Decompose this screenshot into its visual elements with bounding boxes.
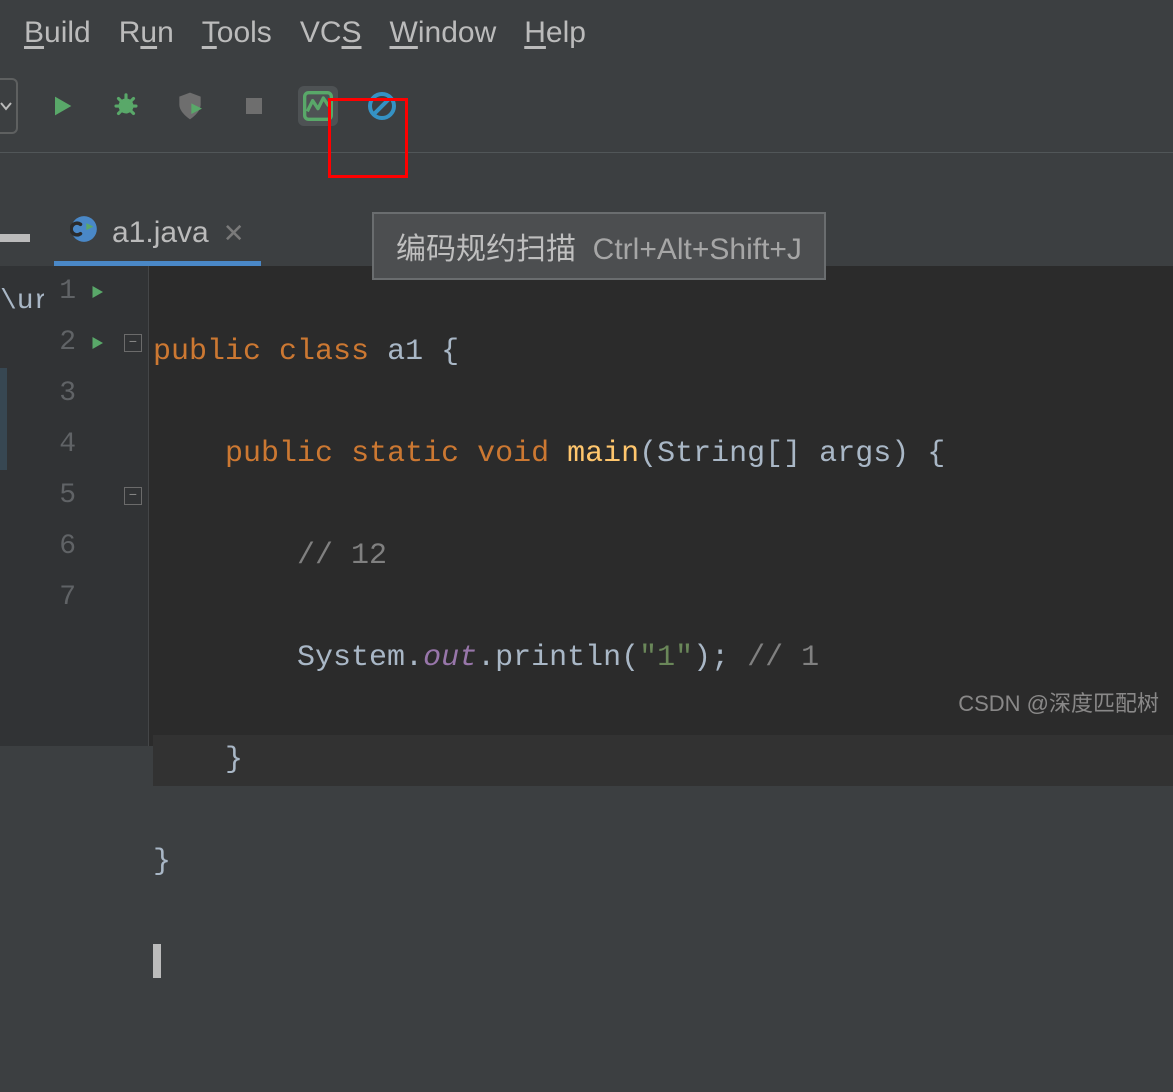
run-gutter-icon[interactable] <box>88 283 106 301</box>
minimize-handle[interactable] <box>0 234 30 242</box>
menu-window[interactable]: Window <box>390 16 497 50</box>
tooltip: 编码规约扫描 Ctrl+Alt+Shift+J <box>372 212 826 280</box>
menu-help[interactable]: Help <box>524 16 586 50</box>
fold-minus-icon[interactable]: − <box>124 334 142 352</box>
editor: \ur 1 2 − 3 4 5 − 6 7 public class a1 { … <box>0 266 1173 746</box>
no-entry-icon[interactable] <box>362 86 402 126</box>
gutter: 1 2 − 3 4 5 − 6 7 <box>44 266 149 746</box>
gutter-row[interactable]: 7 <box>44 572 148 623</box>
gutter-row[interactable]: 5 − <box>44 470 148 521</box>
breadcrumb-stub: \ur <box>0 266 44 746</box>
code-scan-button[interactable] <box>298 86 338 126</box>
gutter-row[interactable]: 4 <box>44 419 148 470</box>
menu-run[interactable]: Run <box>119 16 174 50</box>
tooltip-shortcut: Ctrl+Alt+Shift+J <box>593 233 802 266</box>
run-coverage-button[interactable] <box>170 86 210 126</box>
tooltip-label: 编码规约扫描 <box>396 233 576 266</box>
menu-vcs[interactable]: VCS <box>300 16 362 50</box>
run-gutter-icon[interactable] <box>88 334 106 352</box>
menubar: Build Run Tools VCS Window Help <box>0 0 1173 72</box>
debug-button[interactable] <box>106 86 146 126</box>
fold-minus-icon[interactable]: − <box>124 487 142 505</box>
gutter-row[interactable]: 1 <box>44 266 148 317</box>
caret <box>153 944 161 978</box>
code-area[interactable]: public class a1 { public static void mai… <box>149 266 1173 746</box>
java-class-icon <box>70 215 98 251</box>
gutter-row[interactable]: 2 − <box>44 317 148 368</box>
gutter-row[interactable]: 6 <box>44 521 148 572</box>
menu-build[interactable]: Build <box>24 16 91 50</box>
watermark: CSDN @深度匹配树 <box>958 686 1159 718</box>
run-button[interactable] <box>42 86 82 126</box>
menu-tools[interactable]: Tools <box>202 16 272 50</box>
gutter-row[interactable]: 3 <box>44 368 148 419</box>
editor-tab-a1[interactable]: a1.java ✕ <box>54 209 261 266</box>
stop-button[interactable] <box>234 86 274 126</box>
run-config-dropdown[interactable] <box>0 78 18 134</box>
tab-filename: a1.java <box>112 216 209 250</box>
toolbar <box>0 72 1173 153</box>
close-tab-icon[interactable]: ✕ <box>223 218 245 249</box>
